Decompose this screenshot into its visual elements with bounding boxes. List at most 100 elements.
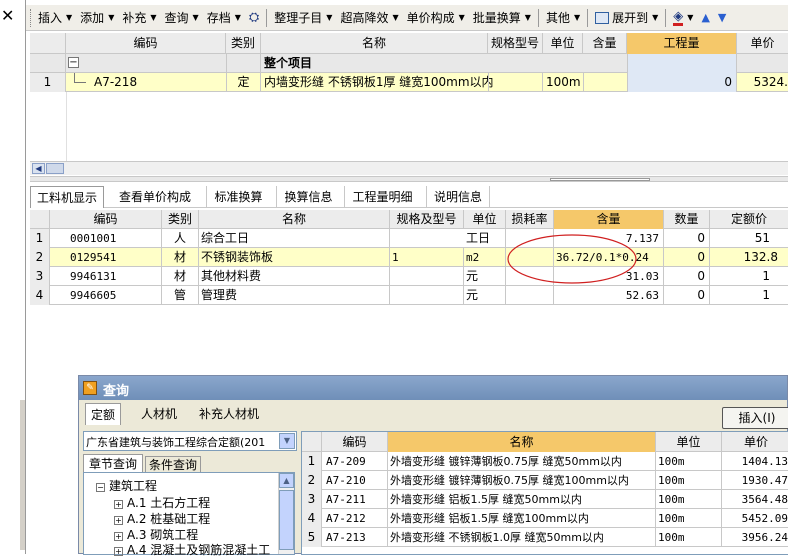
expand-icon[interactable]: + (114, 547, 123, 556)
tree-node[interactable]: + A.2 桩基础工程 (114, 510, 210, 527)
toolbar-separator (266, 8, 268, 27)
splitter-grip (550, 178, 650, 181)
table-row[interactable]: 3 A7-211 外墙变形缝 铝板1.5厚 缝宽50mm以内 100m 3564… (302, 490, 788, 509)
tab-material-display[interactable]: 工料机显示 (30, 186, 104, 208)
storage-menu[interactable]: 存档 ▼ (203, 6, 245, 30)
organize-menu[interactable]: 整理子目 ▼ (270, 6, 336, 30)
quantity-header[interactable]: 工程量 (627, 33, 737, 54)
mat-name-header: 名称 (199, 210, 390, 229)
result-code-header: 编码 (322, 432, 388, 452)
binoculars-icon: ⛭ (248, 10, 260, 25)
row-quantity[interactable]: 0 (627, 73, 737, 92)
query-menu[interactable]: 查询 ▼ (161, 6, 203, 30)
chevron-down-icon: ▼ (652, 13, 659, 22)
mat-loss-header: 损耗率 (506, 210, 554, 229)
move-down-button[interactable]: ▼ (714, 6, 730, 30)
collapse-icon[interactable]: − (96, 483, 105, 492)
chevron-down-icon: ▼ (458, 13, 465, 22)
tree-root[interactable]: − 建筑工程 (96, 477, 157, 494)
chevron-down-icon: ▼ (326, 13, 333, 22)
row-code: A7-218 (94, 75, 138, 89)
chevron-down-icon: ▼ (108, 13, 115, 22)
mat-unit-header: 单位 (464, 210, 506, 229)
scroll-thumb[interactable] (46, 163, 64, 174)
tab-quantity-detail[interactable]: 工程量明细 (344, 186, 420, 208)
mat-price-header: 定额价 (730, 212, 767, 226)
left-splitter[interactable] (20, 400, 25, 550)
table-row[interactable]: 2 A7-210 外墙变形缝 镀锌薄钢板0.75厚 缝宽100mm以内 100m… (302, 471, 788, 490)
tab-unit-price-composition[interactable]: 查看单价构成 (110, 186, 200, 208)
top-table: 编码 类别 名称 规格型号 单位 含量 工程量 单价 − 整个项目 1 A7-2… (30, 33, 788, 175)
chapter-tree: − 建筑工程 + A.1 土石方工程 + A.2 桩基础工程 + A.3 砌筑工程 + A… (83, 472, 295, 558)
row-number: 1 (30, 73, 66, 92)
scroll-up-arrow[interactable]: ▲ (279, 473, 294, 488)
tab-chapter-query[interactable]: 章节查询 (83, 454, 143, 472)
expand-icon[interactable]: + (114, 500, 123, 509)
tree-vertical-scrollbar[interactable]: ▲ (278, 473, 294, 554)
supplement-menu[interactable]: 补充 ▼ (118, 6, 160, 30)
scroll-thumb[interactable] (279, 490, 294, 550)
add-menu[interactable]: 添加 ▼ (76, 6, 118, 30)
expand-icon[interactable]: + (114, 532, 123, 541)
chevron-down-icon: ▼ (573, 13, 581, 22)
move-up-button[interactable]: ▲ (697, 6, 713, 30)
height-reduce-menu[interactable]: 超高降效 ▼ (336, 6, 402, 30)
chevron-down-icon: ▼ (66, 13, 73, 22)
row-number-header (30, 33, 66, 54)
other-menu[interactable]: 其他 ▼ (542, 6, 584, 30)
row-category: 定 (226, 73, 261, 92)
fill-color-menu[interactable]: ◈ ▼ (669, 6, 697, 30)
batch-convert-menu[interactable]: 批量换算 ▼ (469, 6, 535, 30)
tab-quota[interactable]: 定额 (85, 403, 121, 425)
spec-header: 规格型号 (488, 33, 543, 54)
unit-price-comp-menu[interactable]: 单价构成 ▼ (403, 6, 469, 30)
find-button[interactable]: ⛭ (245, 6, 263, 30)
table-row[interactable]: 5 A7-213 外墙变形缝 不锈钢板1.0厚 缝宽50mm以内 100m 39… (302, 528, 788, 547)
table-row[interactable]: 2 0129541 材 不锈钢装饰板 1 m2 36.72/0.1*0.24 0… (30, 248, 788, 267)
table-row[interactable]: 1 0001001 人 综合工日 工日 7.137 0 51 (30, 229, 788, 248)
table-row[interactable]: 4 9946605 管 管理费 元 52.63 0 1 (30, 286, 788, 305)
toolbar: 插入 ▼ 添加 ▼ 补充 ▼ 查询 ▼ 存档 ▼ ⛭ 整理子目 ▼ 超高降效 ▼ 单价构成 ▼ … (26, 5, 788, 31)
group-name: 整个项目 (264, 56, 313, 70)
tab-condition-query[interactable]: 条件查询 (145, 456, 201, 472)
table-row[interactable]: 1 A7-209 外墙变形缝 镀锌薄钢板0.75厚 缝宽50mm以内 100m … (302, 452, 788, 471)
annotation-ellipse (507, 234, 637, 284)
close-icon[interactable]: ✕ (1, 6, 14, 25)
expand-icon[interactable]: + (114, 516, 123, 525)
pane-splitter[interactable] (30, 176, 788, 182)
horizontal-scrollbar[interactable]: ◀ (30, 161, 788, 175)
tree-node[interactable]: + A.1 土石方工程 (114, 494, 210, 511)
table-row[interactable]: 3 9946131 材 其他材料费 元 31.03 0 1 (30, 267, 788, 286)
chevron-down-icon: ▼ (234, 13, 241, 22)
row-name: 内墙变形缝 不锈钢板1厚 缝宽100mm以内 (264, 75, 494, 89)
row-unit: 100m (546, 75, 581, 89)
material-table: 编码 类别 名称 规格及型号 单位 损耗率 含量 数量 定额价 1 000100… (30, 210, 788, 370)
quota-select[interactable]: 广东省建筑与装饰工程综合定额(201 ▼ (83, 431, 297, 451)
collapse-toggle[interactable]: − (68, 57, 79, 68)
dialog-title: 查询 (103, 384, 130, 399)
dropdown-arrow-icon[interactable]: ▼ (279, 433, 295, 449)
chevron-down-icon: ▼ (687, 13, 694, 22)
table-row[interactable]: 4 A7-212 外墙变形缝 铝板1.5厚 缝宽100mm以内 100m 545… (302, 509, 788, 528)
tab-labor-material-machine[interactable]: 人材机 (131, 403, 187, 425)
tab-standard-conversion[interactable]: 标准换算 (206, 186, 270, 208)
insert-menu[interactable]: 插入 ▼ (34, 6, 76, 30)
tab-supplement-lmm[interactable]: 补充人材机 (193, 403, 265, 425)
content-header: 含量 (583, 33, 627, 54)
insert-button[interactable]: 插入(I) (722, 407, 788, 429)
scroll-left-arrow[interactable]: ◀ (32, 163, 45, 174)
expand-to-menu[interactable]: 展开到 ▼ (591, 6, 662, 30)
result-table-header: 编码 名称 单位 单价 (302, 432, 788, 452)
material-table-header: 编码 类别 名称 规格及型号 单位 损耗率 含量 数量 定额价 (30, 210, 788, 229)
result-name-header[interactable]: 名称 (388, 432, 656, 452)
bottom-tabbar: 工料机显示 查看单价构成 标准换算 换算信息 工程量明细 说明信息 (30, 186, 788, 208)
mat-content-header[interactable]: 含量 (554, 210, 664, 229)
tab-description[interactable]: 说明信息 (426, 186, 490, 208)
dialog-titlebar[interactable]: ✎ 查询 (79, 376, 787, 400)
group-row[interactable]: − 整个项目 (30, 54, 788, 73)
tree-node[interactable]: + A.4 混凝土及钢筋混凝土工 (114, 541, 274, 558)
table-row[interactable]: 1 A7-218 定 内墙变形缝 不锈钢板1厚 缝宽100mm以内 100m 0… (30, 73, 788, 92)
mat-qty-header: 数量 (664, 210, 710, 229)
tab-conversion-info[interactable]: 换算信息 (276, 186, 340, 208)
query-dialog: ✎ 查询 定额 人材机 补充人材机 插入(I) 广东省建筑与装饰工程综合定额(2… (78, 375, 788, 558)
